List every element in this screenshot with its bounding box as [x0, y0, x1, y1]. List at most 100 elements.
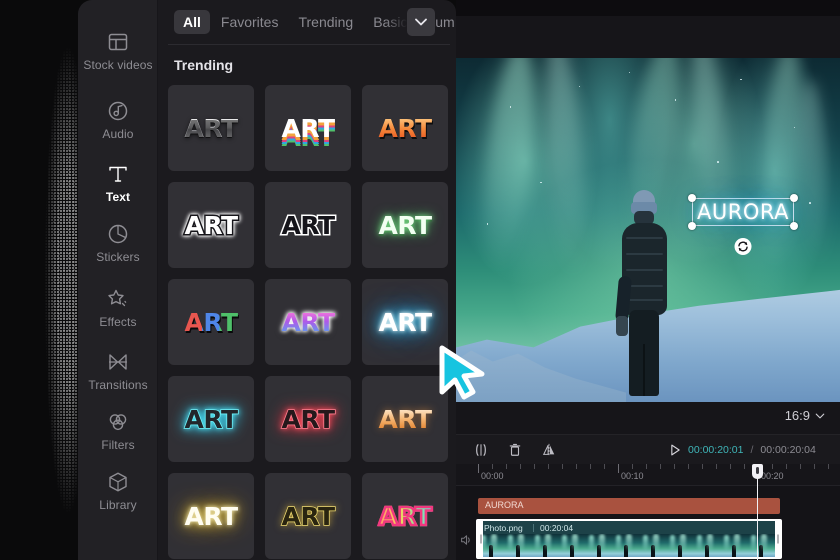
preset-cyan-neon-outline[interactable]: ART [168, 376, 254, 462]
text-icon [106, 162, 130, 186]
aspect-ratio-value: 16:9 [784, 408, 810, 423]
ruler-tick [562, 464, 563, 469]
ruler-tick [590, 464, 591, 469]
resize-handle-bottom-right[interactable] [790, 222, 798, 230]
preset-rgb-letters[interactable]: ART [168, 279, 254, 365]
sidebar-item-media[interactable]: Media [78, 0, 158, 1]
top-dark-strip [456, 0, 840, 16]
sidebar-item-text[interactable]: Text [78, 162, 158, 204]
video-preview[interactable]: AURORA [456, 58, 840, 402]
sidebar-item-label: Filters [101, 438, 135, 452]
preset-rainbow-stripe[interactable]: ART [265, 85, 351, 171]
ruler-tick [828, 464, 829, 469]
sidebar-item-stickers[interactable]: Stickers [78, 222, 158, 264]
clip-filename: Photo.png [484, 522, 523, 533]
ruler-tick [716, 464, 717, 469]
aspect-bar: 16:9 [456, 402, 840, 434]
split-button[interactable] [468, 438, 494, 462]
sidebar-item-label: Transitions [88, 378, 148, 392]
sidebar-item-label: Stickers [96, 250, 140, 264]
current-timecode: 00:00:20:01 [688, 444, 744, 456]
preset-tropical-gradient[interactable]: ART [362, 473, 448, 559]
video-clip[interactable]: Photo.png 00:20:04 [476, 519, 782, 559]
ruler-tick [730, 464, 731, 469]
preset-label: ART [184, 113, 238, 143]
preset-cyan-glow[interactable]: ART [362, 279, 448, 365]
tab-trending[interactable]: Trending [289, 10, 362, 34]
preset-grid: ART ART ART ART ART ART ART ART ART ART ART ART ART A… [168, 85, 456, 559]
clip-trim-handle-right[interactable] [775, 521, 780, 557]
ruler-tick [604, 464, 605, 469]
preset-label: ART [378, 113, 432, 143]
timeline-tracks: AURORA Photo.png 00:20:04 [456, 486, 840, 560]
preset-orange-warm[interactable]: ART [362, 376, 448, 462]
filmstrip-frame [640, 534, 667, 557]
aspect-ratio-selector[interactable]: 16:9 [785, 408, 825, 423]
preset-label: ART [378, 404, 432, 434]
stickers-icon [106, 222, 130, 246]
audio-icon [106, 99, 130, 123]
chevron-down-icon [415, 18, 427, 26]
clip-trim-handle-left[interactable] [478, 521, 483, 557]
delete-button[interactable] [502, 438, 528, 462]
preset-label: ART [377, 501, 433, 531]
ruler-tick [548, 464, 549, 469]
delete-icon [509, 443, 521, 456]
preset-gold-outline[interactable]: ART [265, 473, 351, 559]
sidebar-item-library[interactable]: Library [78, 470, 158, 512]
sidebar-item-effects[interactable]: Effects [78, 287, 158, 329]
ruler-tick [772, 464, 773, 469]
filmstrip-frame [613, 534, 640, 557]
clip-filmstrip [478, 534, 780, 557]
flip-button[interactable] [536, 438, 562, 462]
section-title: Trending [174, 57, 234, 73]
ruler-tick [520, 464, 521, 469]
rotate-handle-button[interactable] [734, 238, 752, 255]
playhead-knob[interactable] [752, 464, 763, 479]
sidebar-item-label: Library [99, 498, 137, 512]
preset-white-outline[interactable]: ART [168, 182, 254, 268]
timeline-ruler[interactable]: 00:00 00:10 00:20 [456, 464, 840, 486]
selected-text-overlay[interactable]: AURORA [688, 194, 798, 255]
ruler-tick [688, 464, 689, 469]
resize-handle-top-left[interactable] [688, 194, 696, 202]
sidebar-item-filters[interactable]: Filters [78, 410, 158, 452]
total-timecode: 00:00:20:04 [760, 444, 816, 456]
text-track-clip[interactable]: AURORA [478, 498, 780, 514]
play-icon[interactable] [670, 444, 681, 456]
left-sidebar: Media Stock videos Audio Text Stickers Effect… [78, 0, 158, 560]
tabs-more-button[interactable] [407, 8, 435, 36]
sidebar-item-audio[interactable]: Audio [78, 99, 158, 141]
filmstrip-frame [694, 534, 721, 557]
timeline-toolbar: 00:00:20:01 / 00:00:20:04 [456, 434, 840, 464]
sidebar-item-label: Media [101, 0, 134, 1]
preset-black-white-outline[interactable]: ART [265, 182, 351, 268]
preset-label: ART [378, 210, 432, 240]
preset-silver[interactable]: ART [168, 85, 254, 171]
filmstrip-frame [532, 534, 559, 557]
playhead[interactable] [752, 464, 763, 560]
chevron-down-icon [815, 413, 825, 418]
sidebar-item-stock-videos[interactable]: Stock videos [78, 30, 158, 72]
ruler-tick [674, 464, 675, 469]
sidebar-item-label: Audio [102, 127, 134, 141]
library-icon [106, 470, 130, 494]
preset-label: ART [281, 404, 336, 434]
ruler-tick [646, 464, 647, 469]
tab-all[interactable]: All [174, 10, 210, 34]
track-gutter [456, 486, 476, 560]
preset-orange-gradient[interactable]: ART [362, 85, 448, 171]
ruler-tick [814, 464, 815, 469]
tab-favorites[interactable]: Favorites [212, 10, 288, 34]
resize-handle-top-right[interactable] [790, 194, 798, 202]
resize-handle-bottom-left[interactable] [688, 222, 696, 230]
preset-green-glow[interactable]: ART [362, 182, 448, 268]
effects-icon [106, 287, 130, 311]
sidebar-item-transitions[interactable]: Transitions [78, 350, 158, 392]
sidebar-item-label: Effects [99, 315, 137, 329]
preset-pink-purple-gradient[interactable]: ART [265, 279, 351, 365]
audio-mute-icon[interactable] [459, 533, 473, 547]
preset-red-neon-outline[interactable]: ART [265, 376, 351, 462]
timecode-separator: / [750, 444, 754, 456]
preset-yellow-glow[interactable]: ART [168, 473, 254, 559]
